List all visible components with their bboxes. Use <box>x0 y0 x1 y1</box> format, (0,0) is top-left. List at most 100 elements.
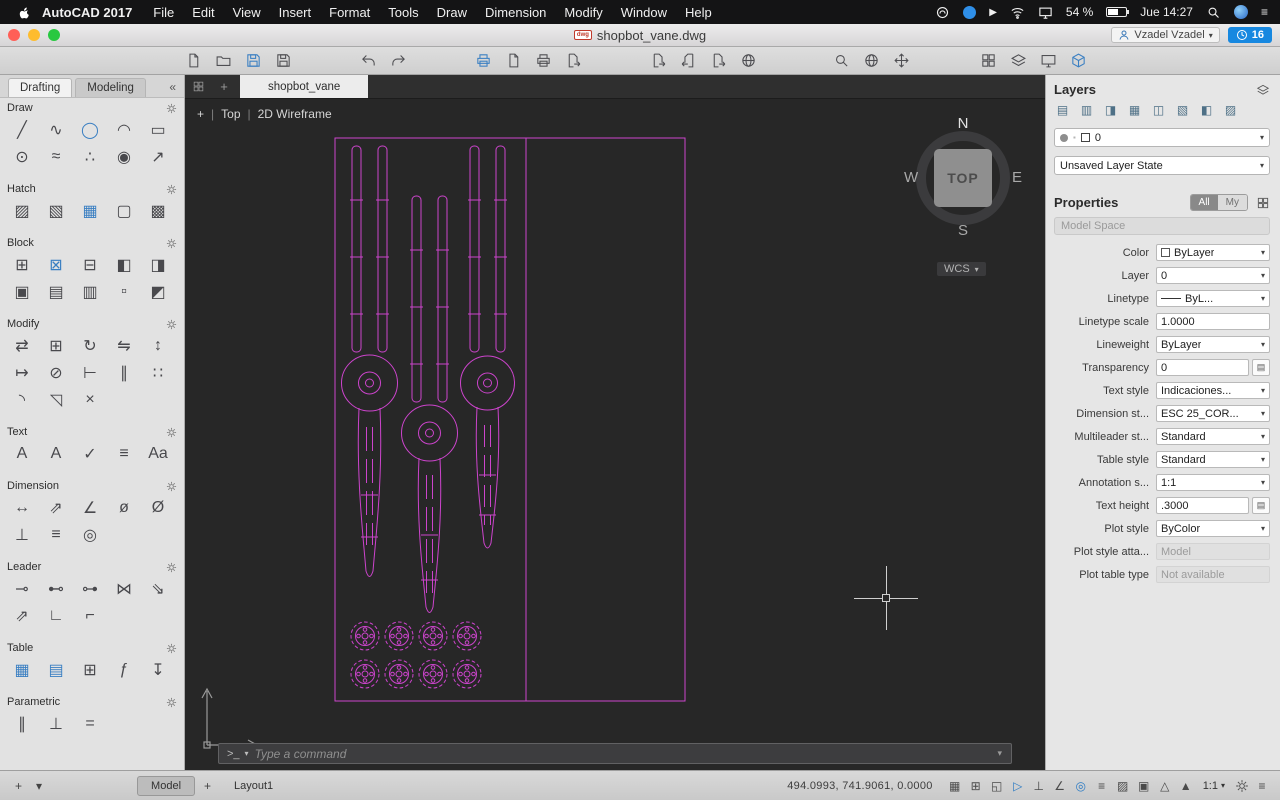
layout1-tab[interactable]: Layout1 <box>220 776 287 796</box>
layer-properties-icon[interactable]: ▤ <box>1051 101 1074 119</box>
stretch-icon[interactable]: ↦ <box>5 359 39 386</box>
page-setup-button[interactable] <box>528 49 558 73</box>
property-value-control[interactable]: Standard ▾ <box>1156 428 1270 445</box>
collect-leaders-icon[interactable]: ⌐ <box>73 602 107 629</box>
aligned-dimension-icon[interactable]: ⇗ <box>39 494 73 521</box>
wcs-dropdown[interactable]: WCS ▾ <box>937 262 986 276</box>
polar-tracking-icon[interactable]: ∠ <box>1050 776 1070 796</box>
rectangle-icon[interactable]: ▭ <box>141 116 175 143</box>
formula-icon[interactable]: ƒ <box>107 656 141 683</box>
siri-icon[interactable] <box>1234 5 1248 19</box>
section-title[interactable]: Table <box>7 642 33 654</box>
selection-cycling-icon[interactable]: ▣ <box>1134 776 1154 796</box>
previous-layer-icon[interactable]: ▨ <box>1219 101 1242 119</box>
autoscale-icon[interactable]: ▲ <box>1176 776 1196 796</box>
multileader-icon[interactable]: ⊸ <box>5 575 39 602</box>
property-extra-button[interactable]: ▤ <box>1252 497 1270 514</box>
linear-dimension-icon[interactable]: ↔ <box>5 494 39 521</box>
sync-attributes-icon[interactable]: ▥ <box>73 278 107 305</box>
menu-clock[interactable]: Jue 14:27 <box>1140 5 1193 19</box>
manage-attributes-icon[interactable]: ▤ <box>39 278 73 305</box>
property-value-control[interactable]: ByColor ▾ <box>1156 520 1270 537</box>
section-title[interactable]: Dimension <box>7 480 59 492</box>
apple-menu-icon[interactable] <box>12 5 36 20</box>
section-title[interactable]: Parametric <box>7 696 60 708</box>
line-icon[interactable]: ╱ <box>5 116 39 143</box>
property-value-control[interactable]: 0 ▾ <box>1156 267 1270 284</box>
create-block-icon[interactable]: ⊠ <box>39 251 73 278</box>
table-icon[interactable]: ▦ <box>5 656 39 683</box>
property-value-control[interactable]: .3000 ▾ <box>1156 497 1249 514</box>
reference-manager-button[interactable] <box>1003 49 1033 73</box>
collapse-palette-button[interactable]: « <box>161 80 184 97</box>
play-status-icon[interactable]: ▶ <box>989 7 997 18</box>
gear-icon[interactable] <box>166 562 177 573</box>
new-drawing-tab-button[interactable]: + <box>211 75 237 98</box>
define-attribute-icon[interactable]: ▣ <box>5 278 39 305</box>
property-value-control[interactable]: 0 ▾ <box>1156 359 1249 376</box>
property-value-control[interactable]: Not available ▾ <box>1156 566 1270 583</box>
compass-north[interactable]: N <box>903 115 1023 132</box>
selection-context[interactable]: Model Space <box>1054 217 1270 235</box>
edit-block-icon[interactable]: ⊟ <box>73 251 107 278</box>
ellipse-icon[interactable]: ⊙ <box>5 143 39 170</box>
ordinate-dimension-icon[interactable]: ⊥ <box>5 521 39 548</box>
mtext-icon[interactable]: A <box>5 440 39 467</box>
undo-button[interactable] <box>353 49 383 73</box>
align-leaders-icon[interactable]: ⋈ <box>107 575 141 602</box>
lineweight-display-icon[interactable]: ≡ <box>1092 776 1112 796</box>
hyperlink-button[interactable] <box>733 49 763 73</box>
property-value-control[interactable]: Standard ▾ <box>1156 451 1270 468</box>
view-cube-face[interactable]: TOP <box>934 149 992 207</box>
pan-button[interactable] <box>886 49 916 73</box>
export-button[interactable] <box>703 49 733 73</box>
section-title[interactable]: Block <box>7 237 34 249</box>
customization-menu-icon[interactable]: ≡ <box>1252 776 1272 796</box>
viewport-menu-button[interactable]: + <box>197 107 204 121</box>
match-layer-icon[interactable]: ◧ <box>1195 101 1218 119</box>
section-title[interactable]: Text <box>7 426 27 438</box>
solid-fill-icon[interactable]: ▩ <box>141 197 175 224</box>
display-icon[interactable] <box>1038 5 1053 20</box>
wifi-icon[interactable] <box>1010 5 1025 20</box>
single-text-icon[interactable]: A <box>39 440 73 467</box>
close-window-button[interactable] <box>8 29 20 41</box>
radius-dimension-icon[interactable]: ø <box>107 494 141 521</box>
fillet-icon[interactable]: ◝ <box>5 386 39 413</box>
chevron-down-icon[interactable]: ▾ <box>245 749 249 758</box>
menu-item[interactable]: View <box>224 5 270 20</box>
gear-icon[interactable] <box>166 103 177 114</box>
drawing-canvas[interactable]: + shopbot_vane <box>185 75 1045 770</box>
property-extra-button[interactable]: ▤ <box>1252 359 1270 376</box>
spline-icon[interactable]: ≈ <box>39 143 73 170</box>
section-title[interactable]: Hatch <box>7 183 36 195</box>
tab-drafting[interactable]: Drafting <box>8 78 72 97</box>
point-icon[interactable]: ∴ <box>73 143 107 170</box>
mirror-icon[interactable]: ⇋ <box>107 332 141 359</box>
hatch-icon[interactable]: ▨ <box>5 197 39 224</box>
gear-icon[interactable] <box>166 643 177 654</box>
visual-style-selector[interactable]: 2D Wireframe <box>258 107 332 121</box>
gear-icon[interactable] <box>166 427 177 438</box>
ortho-mode-icon[interactable]: ⊥ <box>1029 776 1049 796</box>
section-title[interactable]: Leader <box>7 561 41 573</box>
section-title[interactable]: Modify <box>7 318 39 330</box>
tool-sets-button[interactable] <box>973 49 1003 73</box>
model-tab[interactable]: Model <box>137 776 195 796</box>
command-history-button[interactable]: ▾ <box>988 748 1011 759</box>
text-style-icon[interactable]: Aa <box>141 440 175 467</box>
property-value-control[interactable]: ByLayer ▾ <box>1156 244 1270 261</box>
check-spelling-icon[interactable]: ✓ <box>73 440 107 467</box>
zoom-window-button[interactable] <box>48 29 60 41</box>
annotation-scale-dropdown[interactable]: 1:1 ▾ <box>1196 780 1232 792</box>
app-status-icon[interactable] <box>963 6 976 19</box>
tab-modeling[interactable]: Modeling <box>75 78 146 97</box>
render-button[interactable] <box>1063 49 1093 73</box>
hatch-pick-icon[interactable]: ▧ <box>39 197 73 224</box>
new-layer-icon[interactable]: ▥ <box>1075 101 1098 119</box>
copy-icon[interactable]: ⊞ <box>39 332 73 359</box>
arc-icon[interactable]: ◠ <box>107 116 141 143</box>
view-cube[interactable]: TOP N S W E <box>903 115 1023 239</box>
scale-icon[interactable]: ↕ <box>141 332 175 359</box>
etransmit-button[interactable] <box>643 49 673 73</box>
